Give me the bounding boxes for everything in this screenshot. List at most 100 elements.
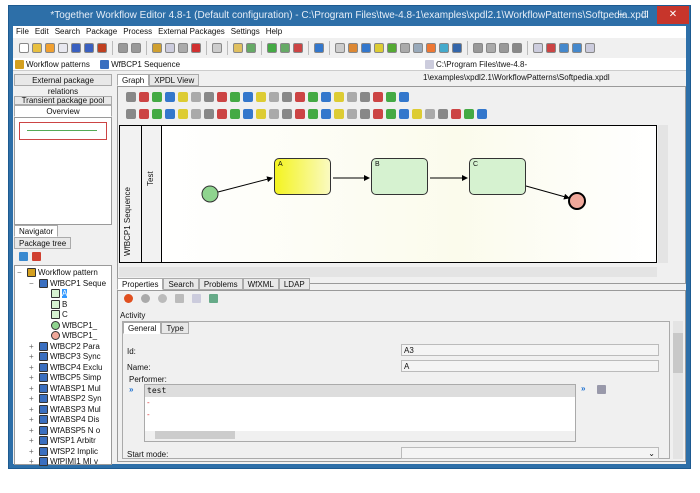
graph-tool-icon[interactable] [178, 92, 188, 102]
toolbar-button-icon[interactable] [585, 43, 595, 53]
menu-edit[interactable]: Edit [35, 26, 49, 38]
graph-tool-icon[interactable] [152, 109, 162, 119]
graph-hscrollbar[interactable] [119, 267, 657, 277]
tab-type[interactable]: Type [161, 322, 189, 334]
toolbar-button-icon[interactable] [314, 43, 324, 53]
graph-tool-icon[interactable] [451, 109, 461, 119]
tree-item[interactable]: + WfABSP5 N o [17, 426, 109, 437]
tab-external-package-relations[interactable]: External package relations [14, 74, 112, 96]
tab-navigator[interactable]: Navigator [14, 225, 59, 237]
graph-tool-icon[interactable] [295, 92, 305, 102]
tree-item[interactable]: + WfABSP3 Mul [17, 405, 109, 416]
menu-process[interactable]: Process [123, 26, 152, 38]
breadcrumb-package[interactable]: Workflow patterns [26, 60, 90, 69]
tree-expander-icon[interactable]: + [29, 363, 37, 374]
tree-item[interactable]: + WfBCP2 Para [17, 342, 109, 353]
toolbar-button-icon[interactable] [118, 43, 128, 53]
tree-item[interactable]: + WfABSP1 Mul [17, 384, 109, 395]
graph-tool-icon[interactable] [360, 109, 370, 119]
export-icon[interactable] [209, 294, 218, 303]
toolbar-button-icon[interactable] [165, 43, 175, 53]
tree-item[interactable]: A [17, 289, 109, 300]
activity-a[interactable]: A [274, 158, 331, 195]
graph-vscrollbar[interactable] [658, 125, 668, 263]
clipboard-icon[interactable] [192, 294, 201, 303]
graph-tool-icon[interactable] [373, 92, 383, 102]
tree-item[interactable]: C [17, 310, 109, 321]
graph-tool-icon[interactable] [425, 109, 435, 119]
graph-tool-icon[interactable] [269, 109, 279, 119]
toolbar-button-icon[interactable] [348, 43, 358, 53]
graph-tool-icon[interactable] [321, 92, 331, 102]
graph-tool-icon[interactable] [321, 109, 331, 119]
toolbar-button-icon[interactable] [387, 43, 397, 53]
graph-tool-icon[interactable] [347, 92, 357, 102]
tree-item[interactable]: + WfSP1 Arbitr [17, 436, 109, 447]
tab-ldap[interactable]: LDAP [278, 278, 310, 290]
tab-transient-package-pool[interactable]: Transient package pool [14, 96, 112, 105]
menu-file[interactable]: File [16, 26, 29, 38]
toolbar-button-icon[interactable] [546, 43, 556, 53]
graph-tool-icon[interactable] [139, 92, 149, 102]
toolbar-button-icon[interactable] [152, 43, 162, 53]
toolbar-button-icon[interactable] [473, 43, 483, 53]
toolbar-button-icon[interactable] [178, 43, 188, 53]
toolbar-button-icon[interactable] [246, 43, 256, 53]
tree-item[interactable]: + WfABSP2 Syn [17, 394, 109, 405]
id-field[interactable]: A3 [401, 344, 659, 356]
editor-hscrollbar[interactable] [145, 431, 575, 441]
toolbar-button-icon[interactable] [499, 43, 509, 53]
toolbar-button-icon[interactable] [572, 43, 582, 53]
graph-tool-icon[interactable] [217, 92, 227, 102]
tree-item[interactable]: − Workflow pattern [17, 268, 109, 279]
graph-tool-icon[interactable] [152, 92, 162, 102]
toolbar-button-icon[interactable] [212, 43, 222, 53]
back-icon[interactable] [124, 294, 133, 303]
tab-package-tree[interactable]: Package tree [14, 237, 72, 249]
collapse-icon[interactable] [32, 252, 41, 262]
tree-item[interactable]: WfBCP1_ [17, 321, 109, 332]
graph-tool-icon[interactable] [282, 109, 292, 119]
tree-expander-icon[interactable]: − [17, 268, 25, 279]
overview-viewport[interactable] [19, 122, 107, 140]
graph-tool-icon[interactable] [308, 109, 318, 119]
graph-tool-icon[interactable] [126, 109, 136, 119]
graph-tool-icon[interactable] [399, 109, 409, 119]
toolbar-button-icon[interactable] [97, 43, 107, 53]
refresh-icon[interactable] [158, 294, 167, 303]
tree-expander-icon[interactable]: + [29, 436, 37, 447]
graph-tool-icon[interactable] [464, 109, 474, 119]
toolbar-button-icon[interactable] [280, 43, 290, 53]
toolbar-button-icon[interactable] [413, 43, 423, 53]
graph-tool-icon[interactable] [139, 109, 149, 119]
tree-item[interactable]: WfBCP1_ [17, 331, 109, 342]
menu-help[interactable]: Help [266, 26, 282, 38]
tab-general[interactable]: General [123, 322, 162, 334]
toolbar-button-icon[interactable] [400, 43, 410, 53]
tab-problems[interactable]: Problems [198, 278, 243, 290]
toolbar-button-icon[interactable] [191, 43, 201, 53]
tree-expander-icon[interactable]: + [29, 405, 37, 416]
tree-item[interactable]: + WfABSP4 Dis [17, 415, 109, 426]
graph-tool-icon[interactable] [230, 92, 240, 102]
tree-expander-icon[interactable]: + [29, 384, 37, 395]
tree-item[interactable]: + WfSP2 Implic [17, 447, 109, 458]
graph-tool-icon[interactable] [230, 109, 240, 119]
minimize-button[interactable]: – [609, 6, 633, 24]
maximize-button[interactable]: □ [633, 6, 657, 24]
graph-tool-icon[interactable] [412, 109, 422, 119]
menu-settings[interactable]: Settings [231, 26, 260, 38]
graph-tool-icon[interactable] [282, 92, 292, 102]
graph-tool-icon[interactable] [347, 109, 357, 119]
graph-tool-icon[interactable] [373, 109, 383, 119]
graph-tool-icon[interactable] [334, 92, 344, 102]
tree-item[interactable]: B [17, 300, 109, 311]
graph-tool-icon[interactable] [386, 92, 396, 102]
toolbar-button-icon[interactable] [374, 43, 384, 53]
tree-item[interactable]: + WfBCP5 Simp [17, 373, 109, 384]
forward-icon[interactable] [141, 294, 150, 303]
toolbar-button-icon[interactable] [84, 43, 94, 53]
tree-expander-icon[interactable]: + [29, 415, 37, 426]
graph-tool-icon[interactable] [256, 92, 266, 102]
graph-tool-icon[interactable] [386, 109, 396, 119]
